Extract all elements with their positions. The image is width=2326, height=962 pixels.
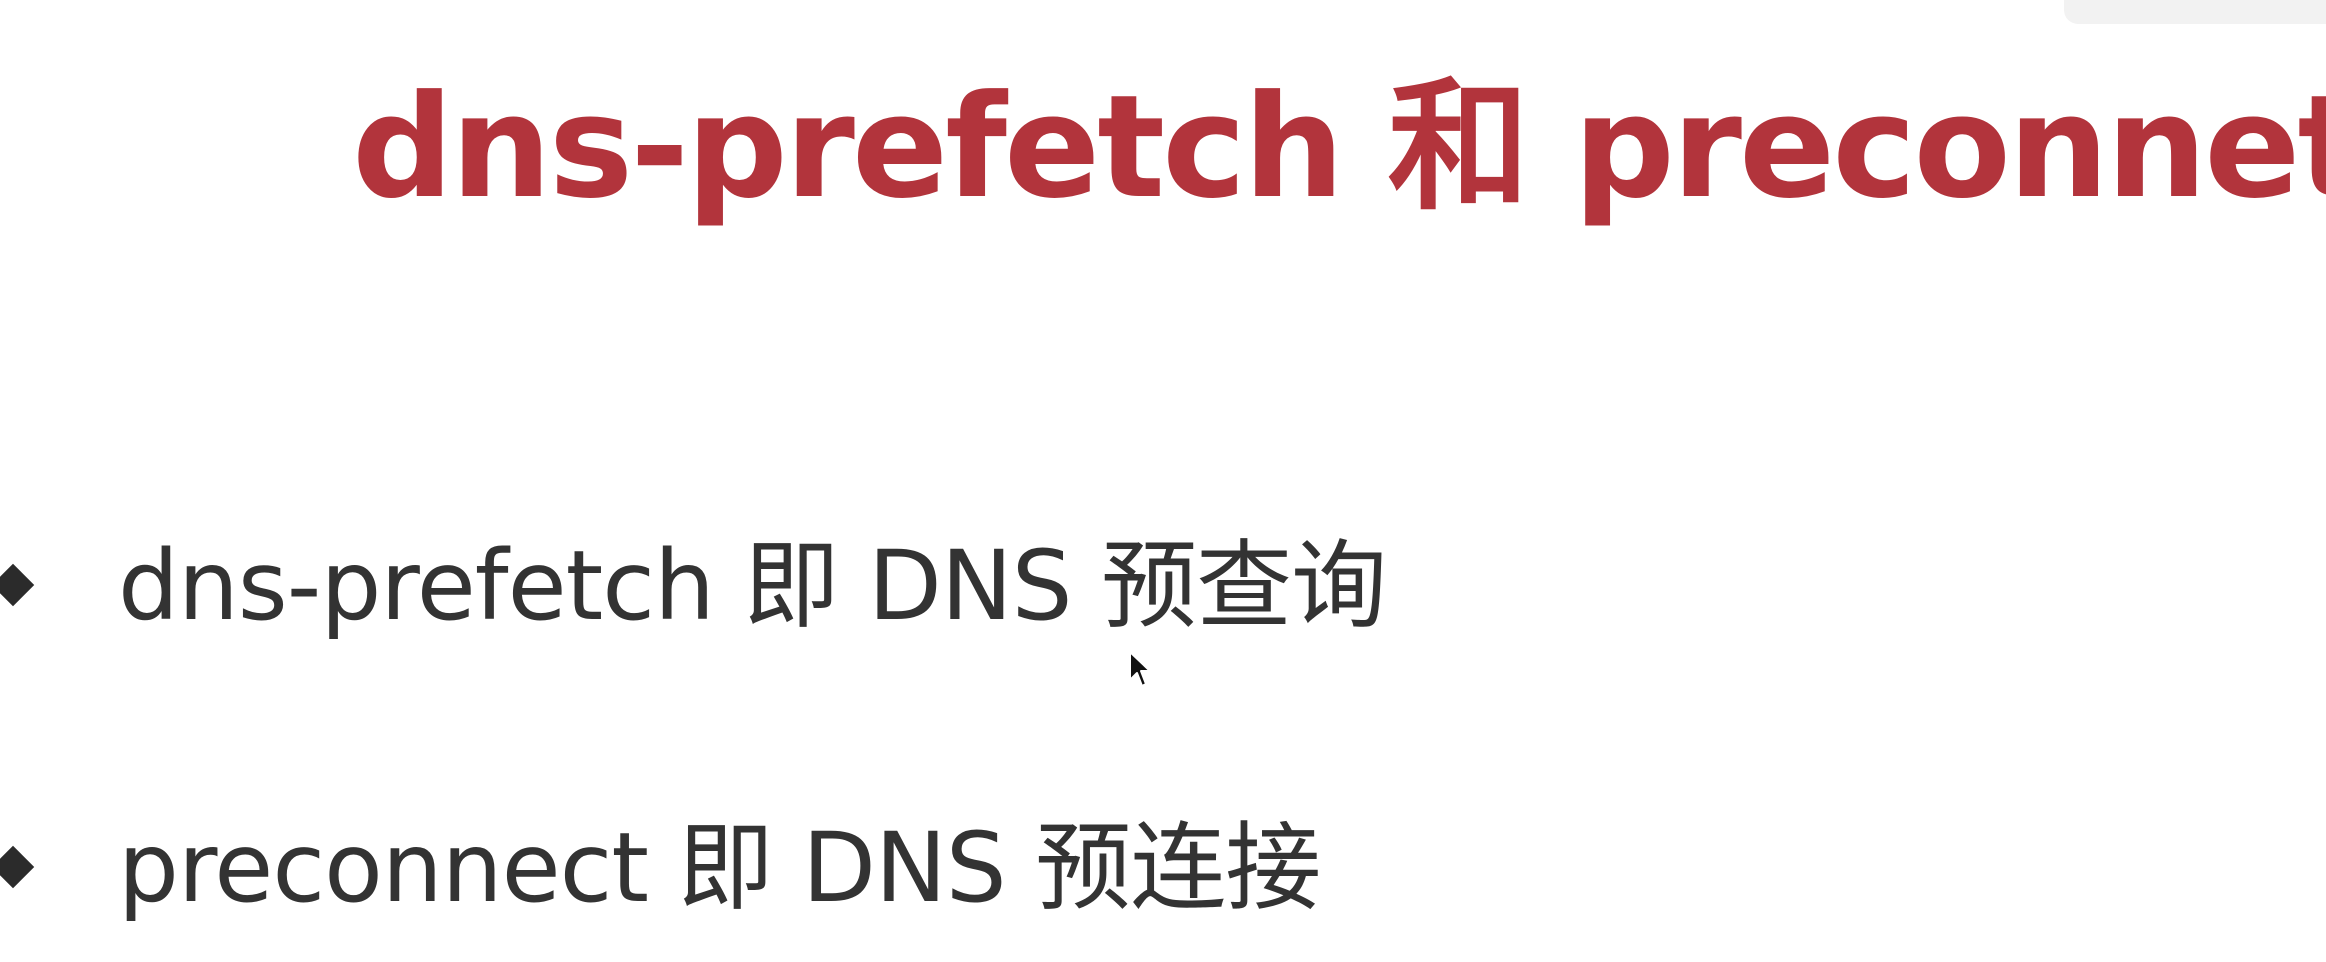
diamond-bullet-icon: [0, 845, 35, 889]
presentation-slide: dns-prefetch 和 preconnet dns-prefetch 即 …: [0, 0, 2326, 962]
mouse-cursor-icon: [1129, 651, 1151, 687]
bullet-text: preconnect 即 DNS 预连接: [118, 812, 1321, 924]
slide-title: dns-prefetch 和 preconnet: [352, 65, 2326, 230]
bullet-item-dns-prefetch: dns-prefetch 即 DNS 预查询: [0, 516, 1500, 656]
corner-tab: [2064, 0, 2326, 24]
bullet-item-preconnect: preconnect 即 DNS 预连接: [0, 798, 1500, 938]
diamond-bullet-icon: [0, 563, 35, 607]
bullet-text: dns-prefetch 即 DNS 预查询: [118, 530, 1387, 642]
